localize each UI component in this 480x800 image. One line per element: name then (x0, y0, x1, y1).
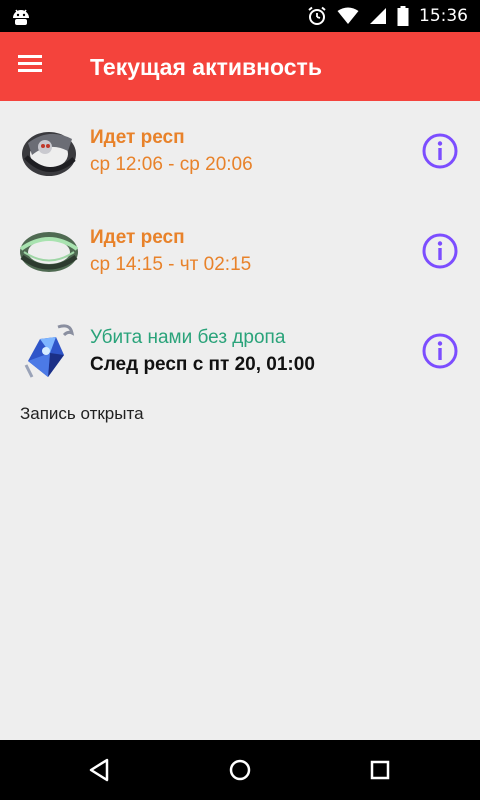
item-status: Идет респ (90, 127, 185, 148)
blue-crystal-icon (24, 324, 75, 378)
item-status: Идет респ (90, 227, 185, 248)
green-ring-icon (19, 232, 79, 272)
list-item[interactable]: Идет респ ср 14:15 - чт 02:15 (0, 201, 480, 301)
recents-icon[interactable] (360, 750, 400, 790)
android-icon (13, 9, 29, 26)
item-time-range: ср 12:06 - ср 20:06 (90, 154, 253, 175)
alarm-icon (308, 6, 326, 25)
info-icon[interactable] (421, 132, 459, 170)
battery-icon (397, 6, 409, 26)
item-next-respawn: След респ с пт 20, 01:00 (90, 354, 315, 375)
info-icon[interactable] (421, 332, 459, 370)
status-bar: 15:36 (0, 0, 480, 32)
item-time-range: ср 14:15 - чт 02:15 (90, 254, 252, 275)
wifi-icon (337, 7, 359, 24)
back-icon[interactable] (80, 750, 120, 790)
list-item[interactable]: Убита нами без дропа След респ с пт 20, … (0, 301, 480, 401)
status-time: 15:36 (419, 6, 468, 26)
home-icon[interactable] (220, 750, 260, 790)
hamburger-icon-line (18, 69, 42, 72)
dark-ring-icon (22, 132, 76, 176)
page-title: Текущая активность (90, 54, 322, 80)
item-status: Убита нами без дропа (90, 327, 286, 348)
signal-icon (370, 8, 386, 24)
app-bar: Текущая активность (0, 32, 480, 101)
hamburger-icon-line (18, 55, 42, 58)
menu-button[interactable] (18, 52, 52, 82)
record-status-text: Запись открыта (20, 404, 144, 423)
hamburger-icon-line (18, 62, 42, 65)
navigation-bar (0, 740, 480, 800)
list-item[interactable]: Идет респ ср 12:06 - ср 20:06 (0, 101, 480, 201)
info-icon[interactable] (421, 232, 459, 270)
